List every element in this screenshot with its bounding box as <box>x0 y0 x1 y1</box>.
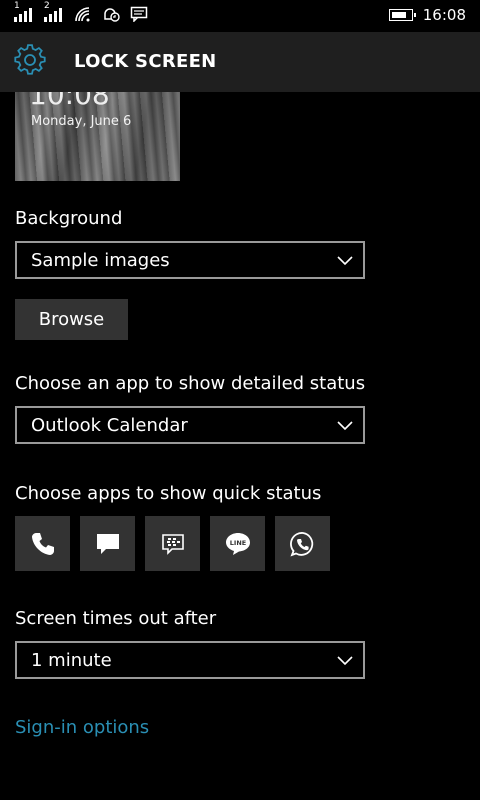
quick-status-apps: LINE <box>15 516 330 571</box>
timeout-selected-value: 1 minute <box>31 650 112 671</box>
quick-status-slot-bbm[interactable] <box>145 516 200 571</box>
clock: 16:08 <box>422 6 466 24</box>
whatsapp-icon <box>289 531 313 557</box>
wifi-icon <box>75 7 90 22</box>
timeout-dropdown[interactable]: 1 minute <box>15 641 365 679</box>
timeout-label: Screen times out after <box>15 608 217 629</box>
status-bar: 1 2 16:08 <box>0 0 480 32</box>
phone-icon <box>31 532 54 555</box>
status-icons-left: 1 2 <box>14 2 148 22</box>
preview-time: 10:08 <box>29 92 110 111</box>
status-icons-right: 16:08 <box>388 6 466 24</box>
signal-sim1-icon: 1 <box>14 2 34 22</box>
page-title: LOCK SCREEN <box>74 51 217 72</box>
bbm-icon <box>161 533 184 555</box>
message-notification-icon <box>130 6 148 22</box>
quick-status-slot-whatsapp[interactable] <box>275 516 330 571</box>
signal-sim2-icon: 2 <box>44 2 64 22</box>
detailed-status-label: Choose an app to show detailed status <box>15 373 366 394</box>
quick-status-slot-messaging[interactable] <box>80 516 135 571</box>
quick-status-slot-line[interactable]: LINE <box>210 516 265 571</box>
detailed-status-selected-value: Outlook Calendar <box>31 415 188 436</box>
message-icon <box>96 533 119 554</box>
line-icon-text: LINE <box>229 539 245 547</box>
quick-status-label: Choose apps to show quick status <box>15 483 322 504</box>
background-label: Background <box>15 208 123 229</box>
background-dropdown[interactable]: Sample images <box>15 241 365 279</box>
page-header: LOCK SCREEN <box>0 32 480 92</box>
chevron-down-icon <box>337 656 353 666</box>
background-selected-value: Sample images <box>31 250 170 271</box>
sim2-number: 2 <box>44 1 50 11</box>
battery-icon <box>388 9 416 21</box>
chevron-down-icon <box>337 256 353 266</box>
gear-icon <box>14 44 46 75</box>
sign-in-options-link[interactable]: Sign-in options <box>15 717 149 738</box>
chevron-down-icon <box>337 421 353 431</box>
sim1-number: 1 <box>14 1 20 11</box>
preview-date: Monday, June 6 <box>31 114 132 129</box>
line-icon: LINE <box>225 532 250 555</box>
quick-status-slot-phone[interactable] <box>15 516 70 571</box>
quiet-hours-icon <box>104 8 120 22</box>
lock-screen-preview: 10:08 Monday, June 6 <box>15 92 180 181</box>
browse-button[interactable]: Browse <box>15 299 128 340</box>
detailed-status-dropdown[interactable]: Outlook Calendar <box>15 406 365 444</box>
